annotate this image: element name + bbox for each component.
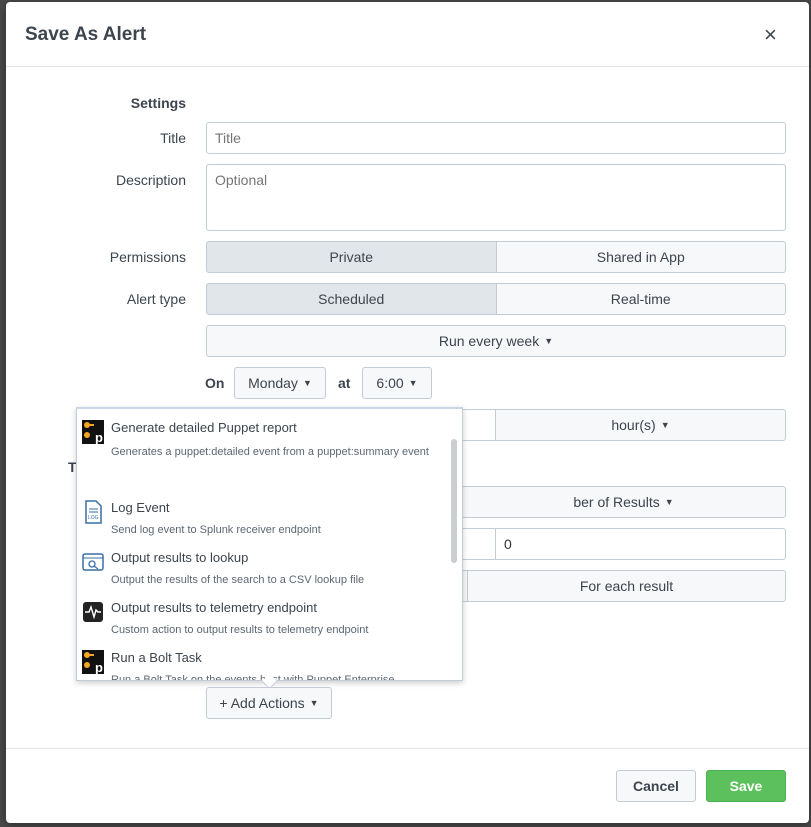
action-item-log-event[interactable]: LOG Log Event Send log event to Splunk r… — [77, 492, 447, 542]
period-unit-dropdown[interactable]: hour(s) ▼ — [495, 409, 786, 441]
action-item-name: Output results to lookup — [111, 550, 249, 565]
save-button[interactable]: Save — [706, 770, 786, 802]
add-actions-menu: p Generate detailed Puppet report Genera… — [76, 407, 463, 681]
svg-text:LOG: LOG — [88, 515, 99, 521]
action-item-name: Log Event — [111, 500, 170, 515]
trigger-value-input[interactable]: 0 — [495, 528, 786, 560]
permissions-label: Permissions — [109, 249, 186, 265]
on-label: On — [205, 375, 225, 391]
action-item-output-lookup[interactable]: Output results to lookup Output the resu… — [77, 542, 447, 592]
action-item-desc: Generates a puppet:detailed event from a… — [111, 446, 429, 458]
trigger-condition-value: ber of Results — [573, 494, 660, 510]
action-item-name: Output results to telemetry endpoint — [111, 600, 317, 615]
action-item-desc: Send log event to Splunk receiver endpoi… — [111, 524, 321, 536]
action-item-puppet-report[interactable]: p Generate detailed Puppet report Genera… — [77, 412, 447, 462]
time-dropdown[interactable]: 6:00 ▼ — [362, 367, 432, 399]
dialog-title: Save As Alert — [25, 24, 147, 45]
title-input[interactable] — [206, 122, 786, 154]
description-label: Description — [115, 172, 186, 188]
chevron-down-icon: ▼ — [664, 497, 674, 507]
permission-shared-button[interactable]: Shared in App — [496, 241, 786, 273]
run-every-dropdown[interactable]: Run every week ▼ — [206, 325, 786, 357]
alert-type-toggle: Scheduled Real-time — [206, 283, 786, 315]
svg-text:p: p — [95, 660, 103, 674]
run-every-value: Run every week — [438, 333, 540, 349]
chevron-down-icon: ▼ — [309, 698, 319, 708]
action-item-telemetry[interactable]: Output results to telemetry endpoint Cus… — [77, 592, 447, 642]
permission-private-button[interactable]: Private — [206, 241, 497, 273]
action-item-desc: Output the results of the search to a CS… — [111, 574, 365, 586]
time-value: 6:00 — [376, 375, 404, 391]
alert-type-label: Alert type — [126, 291, 186, 307]
action-item-bolt-task[interactable]: p Run a Bolt Task Run a Bolt Task on the… — [77, 642, 447, 680]
title-label: Title — [160, 130, 186, 146]
chevron-down-icon: ▼ — [660, 420, 670, 430]
lookup-icon — [82, 553, 104, 571]
save-as-alert-dialog: Save As Alert × Settings Title Descripti… — [6, 2, 809, 823]
svg-text:p: p — [95, 430, 103, 444]
chevron-down-icon: ▼ — [302, 378, 312, 388]
chevron-down-icon: ▼ — [544, 336, 554, 346]
settings-heading: Settings — [130, 95, 186, 111]
puppet-icon: p — [82, 650, 104, 674]
action-item-name: Run a Bolt Task — [111, 650, 202, 665]
permissions-toggle: Private Shared in App — [206, 241, 786, 273]
description-textarea[interactable] — [206, 164, 786, 231]
dialog-header: Save As Alert × — [6, 2, 809, 67]
day-dropdown[interactable]: Monday ▼ — [234, 367, 326, 399]
chevron-down-icon: ▼ — [408, 378, 418, 388]
alert-type-scheduled-button[interactable]: Scheduled — [206, 283, 497, 315]
trigger-for-each-result-button[interactable]: For each result — [467, 570, 786, 602]
at-label: at — [338, 375, 351, 391]
puppet-icon: p — [82, 420, 104, 444]
action-item-desc: Custom action to output results to telem… — [111, 624, 369, 636]
add-actions-label: + Add Actions — [219, 695, 305, 711]
log-icon: LOG — [85, 500, 102, 524]
telemetry-icon — [83, 602, 103, 622]
alert-type-realtime-button[interactable]: Real-time — [496, 283, 786, 315]
action-item-name: Generate detailed Puppet report — [111, 420, 297, 435]
close-icon[interactable]: × — [764, 24, 777, 46]
trigger-operator-field[interactable] — [461, 528, 496, 560]
trigger-condition-dropdown[interactable]: ber of Results ▼ — [461, 486, 786, 518]
period-unit-value: hour(s) — [611, 417, 656, 433]
cancel-button[interactable]: Cancel — [616, 770, 696, 802]
add-actions-button[interactable]: + Add Actions ▼ — [206, 687, 332, 719]
menu-scrollbar[interactable] — [451, 439, 457, 563]
footer-divider — [6, 748, 809, 749]
period-input[interactable] — [461, 409, 496, 441]
day-value: Monday — [248, 375, 298, 391]
